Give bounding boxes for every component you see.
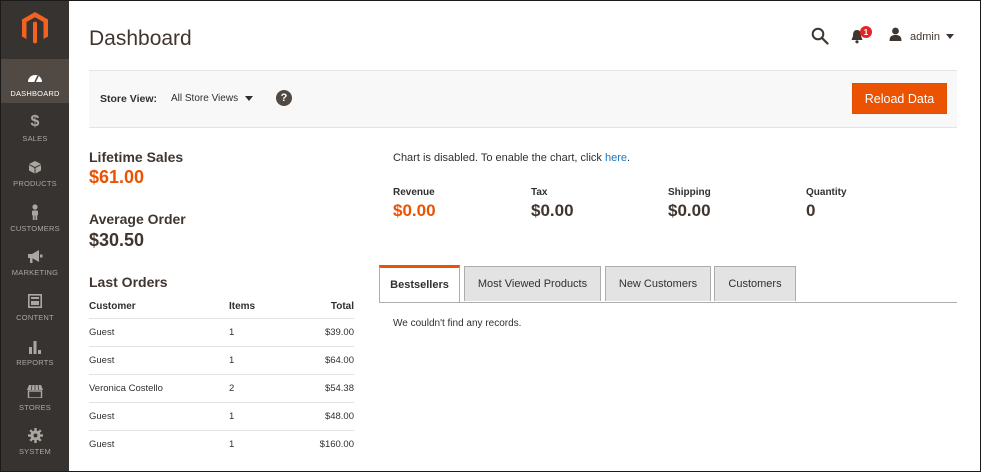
- tab-most-viewed-products[interactable]: Most Viewed Products: [464, 266, 601, 301]
- chevron-down-icon: [245, 96, 254, 101]
- table-row[interactable]: Guest 1 $64.00: [89, 346, 354, 375]
- order-total: $39.00: [294, 318, 354, 347]
- average-order-value: $30.50: [89, 230, 145, 250]
- admin-sidebar: DASHBOARD $ SALES PRODUCTS CUSTOMERS MAR…: [1, 1, 69, 471]
- order-items: 1: [229, 346, 294, 375]
- admin-username: admin: [910, 30, 940, 43]
- revenue-value: $0.00: [393, 201, 436, 220]
- shipping-label: Shipping: [668, 187, 711, 198]
- reload-data-button[interactable]: Reload Data: [852, 83, 947, 114]
- sidebar-item-content[interactable]: CONTENT: [1, 283, 69, 327]
- order-total: $54.38: [294, 374, 354, 403]
- order-customer: Guest: [89, 402, 229, 431]
- help-icon[interactable]: ?: [276, 90, 292, 106]
- sidebar-item-label: CUSTOMERS: [10, 224, 60, 233]
- sidebar-item-label: DASHBOARD: [10, 89, 60, 98]
- order-items: 1: [229, 439, 235, 450]
- person-icon: [30, 203, 40, 221]
- tax-value: $0.00: [531, 201, 574, 220]
- page-title: Dashboard: [89, 27, 192, 50]
- magento-logo-icon[interactable]: [21, 11, 49, 45]
- order-customer: Guest: [89, 318, 229, 347]
- column-header-items: Items: [229, 294, 294, 319]
- tax-label: Tax: [531, 187, 548, 198]
- table-header-row: Customer Items Total: [89, 294, 354, 319]
- lifetime-sales-value: $61.00: [89, 167, 145, 187]
- notification-count-badge: 1: [860, 26, 872, 38]
- table-row[interactable]: Guest 1 $160.00: [89, 431, 354, 459]
- order-customer: Guest: [89, 346, 229, 375]
- sidebar-item-label: STORES: [19, 403, 51, 412]
- sidebar-item-label: PRODUCTS: [13, 179, 57, 188]
- sidebar-item-label: MARKETING: [11, 268, 59, 277]
- chart-disabled-suffix: .: [627, 152, 631, 164]
- sidebar-item-stores[interactable]: STORES: [1, 373, 69, 417]
- sidebar-item-label: REPORTS: [16, 358, 54, 367]
- dashboard-tabs: Bestsellers Most Viewed Products New Cus…: [379, 265, 957, 303]
- storefront-icon: [27, 382, 43, 400]
- enable-chart-link[interactable]: here: [605, 152, 627, 164]
- order-items: 2: [229, 374, 294, 403]
- dashboard-gauge-icon: [27, 68, 43, 86]
- admin-user-menu[interactable]: admin: [889, 27, 954, 46]
- user-icon: [889, 27, 902, 46]
- chart-disabled-text: Chart is disabled. To enable the chart, …: [393, 152, 605, 164]
- app-frame: DASHBOARD $ SALES PRODUCTS CUSTOMERS MAR…: [0, 0, 981, 472]
- order-customer: Veronica Costello: [89, 374, 229, 403]
- bar-chart-icon: [28, 337, 42, 355]
- sidebar-item-customers[interactable]: CUSTOMERS: [1, 194, 69, 238]
- tab-bestsellers[interactable]: Bestsellers: [379, 265, 460, 302]
- chart-disabled-message: Chart is disabled. To enable the chart, …: [393, 152, 630, 164]
- layout-icon: [28, 292, 42, 310]
- order-items: 1: [229, 318, 294, 347]
- gear-icon: [27, 426, 43, 444]
- tax-total: Tax $0.00: [531, 187, 574, 221]
- last-orders-title: Last Orders: [89, 274, 168, 290]
- sidebar-item-reports[interactable]: REPORTS: [1, 328, 69, 372]
- sidebar-item-label: SYSTEM: [18, 447, 52, 456]
- sidebar-item-label: CONTENT: [16, 313, 54, 322]
- store-view-label: Store View:: [100, 93, 157, 105]
- order-total: $48.00: [294, 402, 354, 431]
- more-icon: [31, 465, 39, 471]
- order-items: 1: [229, 402, 294, 431]
- average-order-label: Average Order: [89, 211, 186, 227]
- table-row[interactable]: Veronica Costello 2 $54.38: [89, 374, 354, 403]
- lifetime-sales-label: Lifetime Sales: [89, 149, 184, 165]
- empty-records-message: We couldn't find any records.: [393, 318, 522, 329]
- last-orders-table: Customer Items Total Guest 1 $39.00 Gues…: [89, 294, 354, 458]
- cube-icon: [28, 158, 42, 176]
- store-view-selected: All Store Views: [171, 93, 239, 104]
- chevron-down-icon: [945, 34, 954, 39]
- sidebar-item-label: SALES: [22, 134, 48, 143]
- megaphone-icon: [27, 247, 43, 265]
- order-total: $160.00: [319, 439, 354, 450]
- table-row[interactable]: Guest 1 $48.00: [89, 402, 354, 431]
- sidebar-item-marketing[interactable]: MARKETING: [1, 238, 69, 282]
- tab-new-customers[interactable]: New Customers: [605, 266, 711, 301]
- table-row[interactable]: Guest 1 $39.00: [89, 318, 354, 347]
- column-header-total: Total: [294, 294, 354, 319]
- order-total: $64.00: [294, 346, 354, 375]
- shipping-value: $0.00: [668, 201, 711, 220]
- shipping-total: Shipping $0.00: [668, 187, 711, 221]
- store-view-dropdown[interactable]: All Store Views: [171, 93, 254, 104]
- revenue-total: Revenue $0.00: [393, 187, 436, 221]
- tab-customers[interactable]: Customers: [714, 266, 796, 301]
- quantity-label: Quantity: [806, 187, 847, 198]
- column-header-customer: Customer: [89, 294, 229, 319]
- store-view-bar: Store View: All Store Views ? Reload Dat…: [89, 70, 957, 128]
- order-customer: Guest: [89, 439, 115, 450]
- revenue-label: Revenue: [393, 187, 435, 198]
- sidebar-item-products[interactable]: PRODUCTS: [1, 149, 69, 193]
- dollar-icon: $: [30, 113, 40, 130]
- quantity-total: Quantity 0: [806, 187, 847, 221]
- sidebar-item-dashboard[interactable]: DASHBOARD: [1, 59, 69, 103]
- sidebar-item-sales[interactable]: $ SALES: [1, 104, 69, 148]
- search-icon[interactable]: [811, 27, 829, 45]
- quantity-value: 0: [806, 201, 816, 220]
- sidebar-item-system[interactable]: SYSTEM: [1, 417, 69, 461]
